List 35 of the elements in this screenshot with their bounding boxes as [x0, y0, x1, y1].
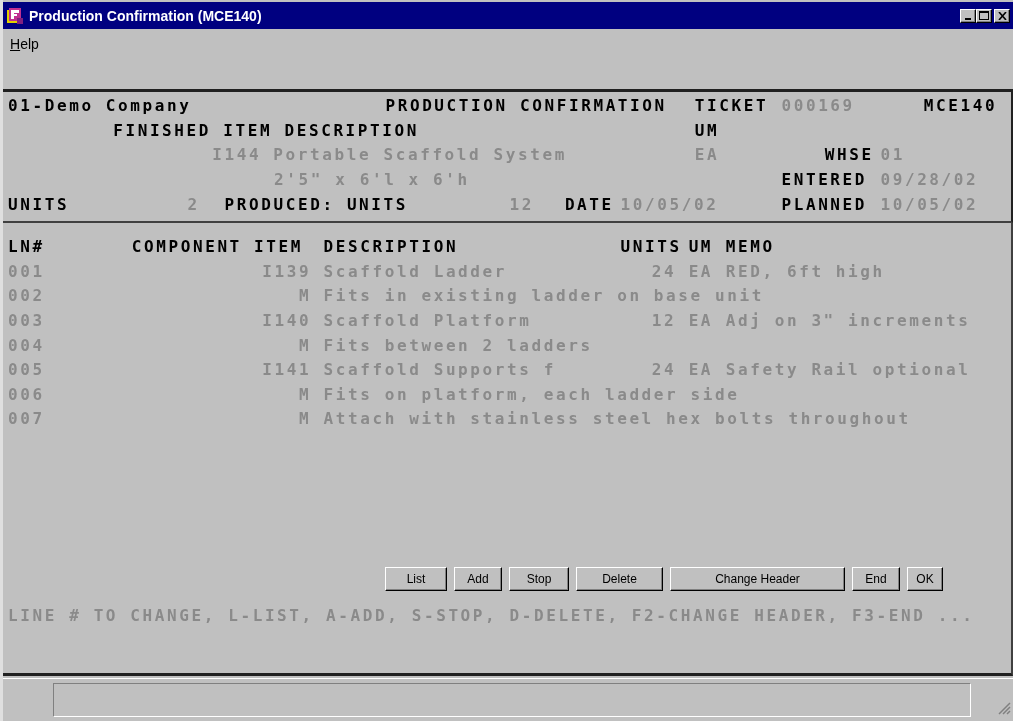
window-title: Production Confirmation (MCE140) [29, 7, 263, 24]
action-button[interactable]: Add [454, 567, 502, 591]
field-label: PLANNED [781, 194, 868, 215]
field-label: ENTERED [781, 170, 868, 191]
screen-heading: PRODUCTION CONFIRMATION [385, 96, 667, 117]
column-header: UM [688, 237, 714, 258]
minimize-button[interactable] [960, 8, 976, 23]
column-header: DESCRIPTION [323, 237, 459, 258]
field-label: TICKET [694, 96, 769, 117]
field-label: PRODUCED: UNITS [224, 194, 409, 215]
action-button[interactable]: OK [907, 567, 943, 591]
field-label: DATE [564, 194, 614, 215]
menu-item[interactable]: Help [8, 36, 41, 52]
column-header: COMPONENT ITEM [131, 237, 303, 258]
field-label: WHSE [824, 145, 874, 166]
column-header: MEMO [725, 237, 775, 258]
app-icon [6, 6, 24, 25]
action-button[interactable]: List [385, 567, 447, 591]
maximize-icon [979, 11, 989, 20]
column-header: LN# [8, 237, 45, 258]
action-button[interactable]: Stop [509, 567, 569, 591]
resize-grip-icon[interactable] [997, 701, 1011, 715]
field-label: FINISHED ITEM DESCRIPTION [113, 120, 419, 141]
action-button[interactable]: Change Header [670, 567, 845, 591]
column-header: UNITS [620, 237, 682, 258]
field-label: UM [694, 120, 720, 141]
close-button[interactable] [994, 8, 1010, 23]
action-button[interactable]: Delete [576, 567, 663, 591]
minimize-icon [965, 17, 971, 20]
maximize-button[interactable] [976, 8, 992, 23]
field-label: UNITS [8, 194, 70, 215]
action-button[interactable]: End [852, 567, 900, 591]
program-code: MCE140 [923, 96, 998, 117]
close-icon [997, 11, 1007, 20]
company-name: 01-Demo Company [8, 96, 192, 117]
